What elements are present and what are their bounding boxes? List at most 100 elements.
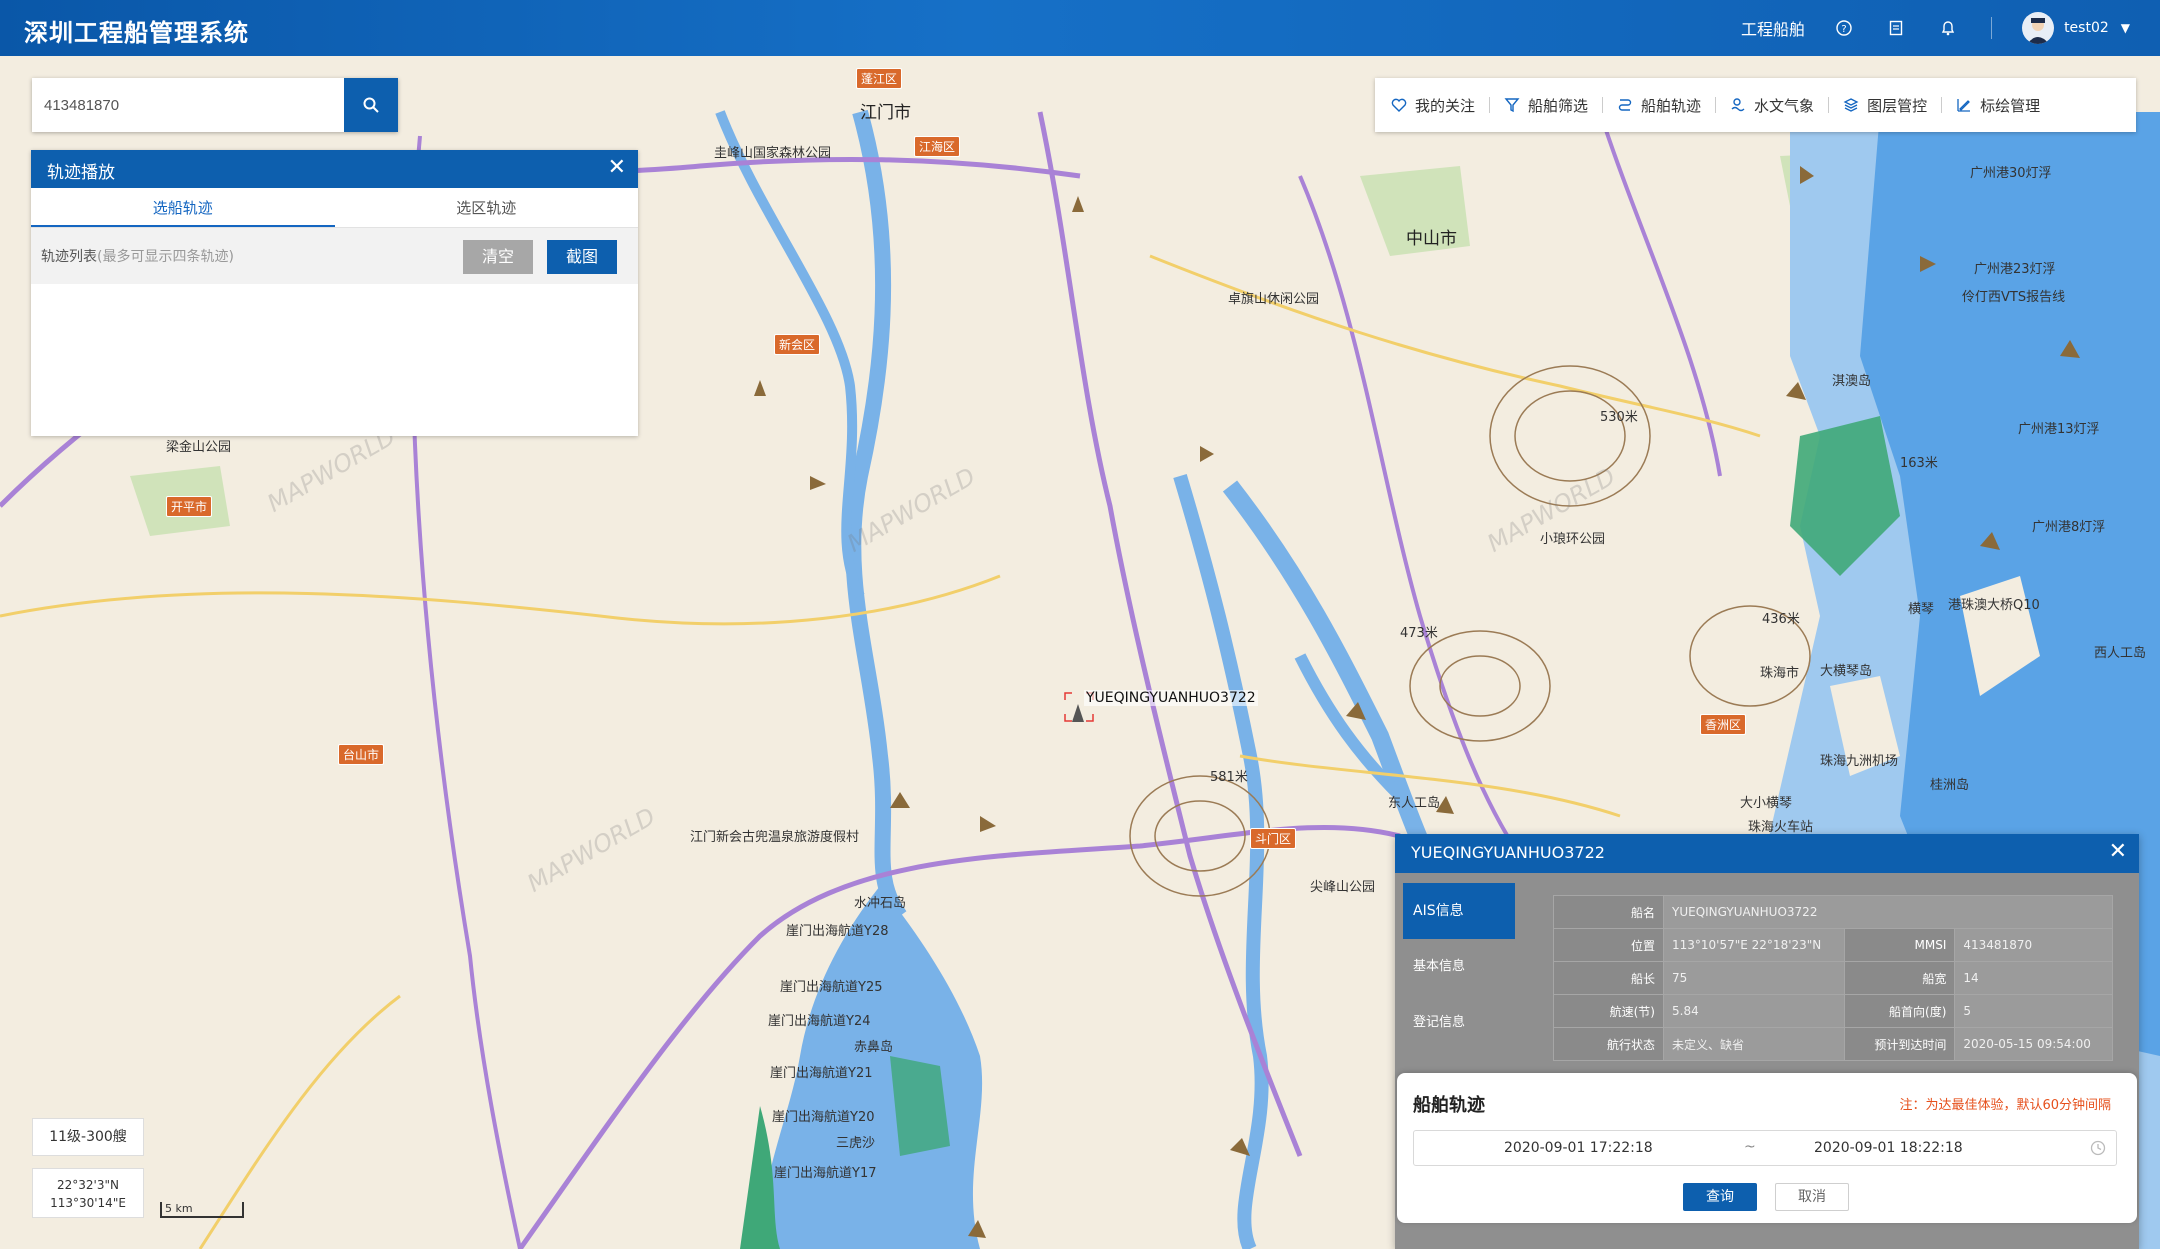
app-title: 深圳工程船管理系统 <box>24 19 249 47</box>
search-input[interactable] <box>32 78 344 132</box>
start-time[interactable]: 2020-09-01 17:22:18 <box>1504 1140 1653 1156</box>
map-badge: 蓬江区 <box>856 68 903 89</box>
heart-icon <box>1391 98 1407 112</box>
help-icon[interactable]: ? <box>1835 19 1853 37</box>
map-label: 江门新会古兜温泉旅游度假村 <box>690 830 860 845</box>
search-button[interactable] <box>344 78 398 132</box>
map-label: 广州港8灯浮 <box>2032 520 2106 535</box>
field-value: 2020-05-15 09:54:00 <box>1954 1027 2113 1061</box>
date-range-picker[interactable]: 2020-09-01 17:22:18 ~ 2020-09-01 18:22:1… <box>1413 1130 2117 1166</box>
map-label: 大横琴岛 <box>1820 664 1873 679</box>
field-label: 船长 <box>1553 961 1664 995</box>
ship-panel-header: YUEQINGYUANHUO3722 ✕ <box>1395 834 2139 873</box>
map-label: 三虎沙 <box>836 1136 876 1151</box>
close-icon[interactable]: ✕ <box>2109 840 2127 864</box>
field-label: 船宽 <box>1844 961 1956 995</box>
field-label: 船首向(度) <box>1844 994 1956 1028</box>
tool-label: 船舶筛选 <box>1528 96 1589 115</box>
document-icon[interactable] <box>1887 19 1905 37</box>
zoom-level-indicator: 11级-300艘 <box>32 1118 144 1156</box>
field-label: 航行状态 <box>1553 1027 1664 1061</box>
field-label: 船名 <box>1553 895 1664 929</box>
map-label: 珠海市 <box>1760 666 1800 681</box>
user-avatar[interactable] <box>2022 12 2055 44</box>
search-icon <box>363 97 379 113</box>
screenshot-button[interactable]: 截图 <box>547 240 617 274</box>
map-toolbar: 我的关注 船舶筛选 船舶轨迹 水文气象 图层管控 标绘管理 <box>1375 78 2136 132</box>
tool-hydro-weather[interactable]: 水文气象 <box>1730 95 1814 116</box>
tab-registration-info[interactable]: 登记信息 <box>1403 995 1515 1051</box>
map-label: 广州港30灯浮 <box>1970 166 2052 181</box>
tab-ais-info[interactable]: AIS信息 <box>1403 883 1515 939</box>
tab-ship-track[interactable]: 选船轨迹 <box>31 188 335 227</box>
map-label: 436米 <box>1762 612 1800 627</box>
track-query-note: 注：为达最佳体验，默认60分钟间隔 <box>1899 1098 2111 1113</box>
weather-icon <box>1731 98 1745 112</box>
close-icon[interactable]: ✕ <box>608 157 626 179</box>
tool-label: 标绘管理 <box>1980 96 2041 115</box>
map-label: 崖门出海航道Y25 <box>780 980 883 995</box>
tool-ship-filter[interactable]: 船舶筛选 <box>1504 95 1588 116</box>
map-label: 530米 <box>1600 410 1638 425</box>
chevron-down-icon[interactable]: ▼ <box>2121 21 2130 35</box>
map-label: 淇澳岛 <box>1832 374 1872 389</box>
track-list-label: 轨迹列表 <box>41 249 97 265</box>
map-label: 江门市 <box>860 103 911 123</box>
tool-plot-management[interactable]: 标绘管理 <box>1956 95 2040 116</box>
map-label: 581米 <box>1210 770 1248 785</box>
field-value: 未定义、缺省 <box>1662 1027 1846 1061</box>
nav-engineering-ships[interactable]: 工程船舶 <box>1741 16 1805 40</box>
table-row: 航行状态 未定义、缺省 预计到达时间 2020-05-15 09:54:00 <box>1553 1027 2113 1061</box>
map-badge: 新会区 <box>774 334 821 355</box>
map-label: 伶仃西VTS报告线 <box>1962 290 2066 305</box>
user-name[interactable]: test02 <box>2064 20 2109 36</box>
tool-ship-track[interactable]: 船舶轨迹 <box>1617 95 1701 116</box>
map-label: 小琅环公园 <box>1540 532 1606 547</box>
map-label: 卓旗山休闲公园 <box>1228 292 1320 307</box>
tab-area-track[interactable]: 选区轨迹 <box>335 188 639 227</box>
bell-icon[interactable] <box>1939 19 1957 37</box>
map-badge: 斗门区 <box>1250 828 1297 849</box>
table-row: 船长 75 船宽 14 <box>1553 961 2113 995</box>
field-value: 113°10'57"E 22°18'23"N <box>1662 928 1846 962</box>
query-button[interactable]: 查询 <box>1683 1183 1757 1211</box>
map-label: 崖门出海航道Y24 <box>768 1014 871 1029</box>
tool-layer-control[interactable]: 图层管控 <box>1843 95 1927 116</box>
map-badge: 台山市 <box>338 744 385 765</box>
ship-label[interactable]: YUEQINGYUANHUO3722 <box>1084 690 1258 706</box>
tool-my-follow[interactable]: 我的关注 <box>1391 95 1475 116</box>
map-label: 梁金山公园 <box>166 440 232 455</box>
field-value: 75 <box>1662 961 1846 995</box>
track-list-hint: (最多可显示四条轨迹) <box>97 249 234 265</box>
field-label: 位置 <box>1553 928 1664 962</box>
field-value: 5.84 <box>1662 994 1846 1028</box>
map-label: 广州港13灯浮 <box>2018 422 2100 437</box>
ship-side-tabs: AIS信息 基本信息 登记信息 <box>1403 883 1515 1051</box>
tool-divider <box>1828 97 1830 113</box>
tool-label: 船舶轨迹 <box>1641 96 1702 115</box>
map-label: 崖门出海航道Y21 <box>770 1066 873 1081</box>
map-label: 水冲石岛 <box>854 896 907 911</box>
track-list-bar: 轨迹列表(最多可显示四条轨迹) 清空 截图 <box>31 228 638 284</box>
ship-track-query-panel: 船舶轨迹 注：为达最佳体验，默认60分钟间隔 2020-09-01 17:22:… <box>1397 1073 2137 1223</box>
tool-divider <box>1602 97 1604 113</box>
map-label: 中山市 <box>1406 229 1457 249</box>
field-label: MMSI <box>1844 928 1956 962</box>
tab-basic-info[interactable]: 基本信息 <box>1403 939 1515 995</box>
end-time[interactable]: 2020-09-01 18:22:18 <box>1814 1140 1963 1156</box>
search-box <box>32 78 398 132</box>
clear-button[interactable]: 清空 <box>463 240 533 274</box>
field-value: 5 <box>1954 994 2113 1028</box>
map-badge: 香洲区 <box>1700 714 1747 735</box>
filter-icon <box>1504 98 1520 113</box>
map-badge: 开平市 <box>166 496 213 517</box>
clock-icon <box>2090 1140 2106 1156</box>
track-tabs: 选船轨迹 选区轨迹 <box>31 188 638 228</box>
table-row: 航速(节) 5.84 船首向(度) 5 <box>1553 994 2113 1028</box>
cancel-button[interactable]: 取消 <box>1775 1183 1849 1211</box>
coordinate-readout: 22°32'3"N 113°30'14"E <box>32 1168 144 1218</box>
map-badge: 江海区 <box>914 136 961 157</box>
tool-label: 水文气象 <box>1754 96 1815 115</box>
coord-lon: 113°30'14"E <box>50 1196 126 1210</box>
ship-panel-title: YUEQINGYUANHUO3722 <box>1411 843 1605 862</box>
